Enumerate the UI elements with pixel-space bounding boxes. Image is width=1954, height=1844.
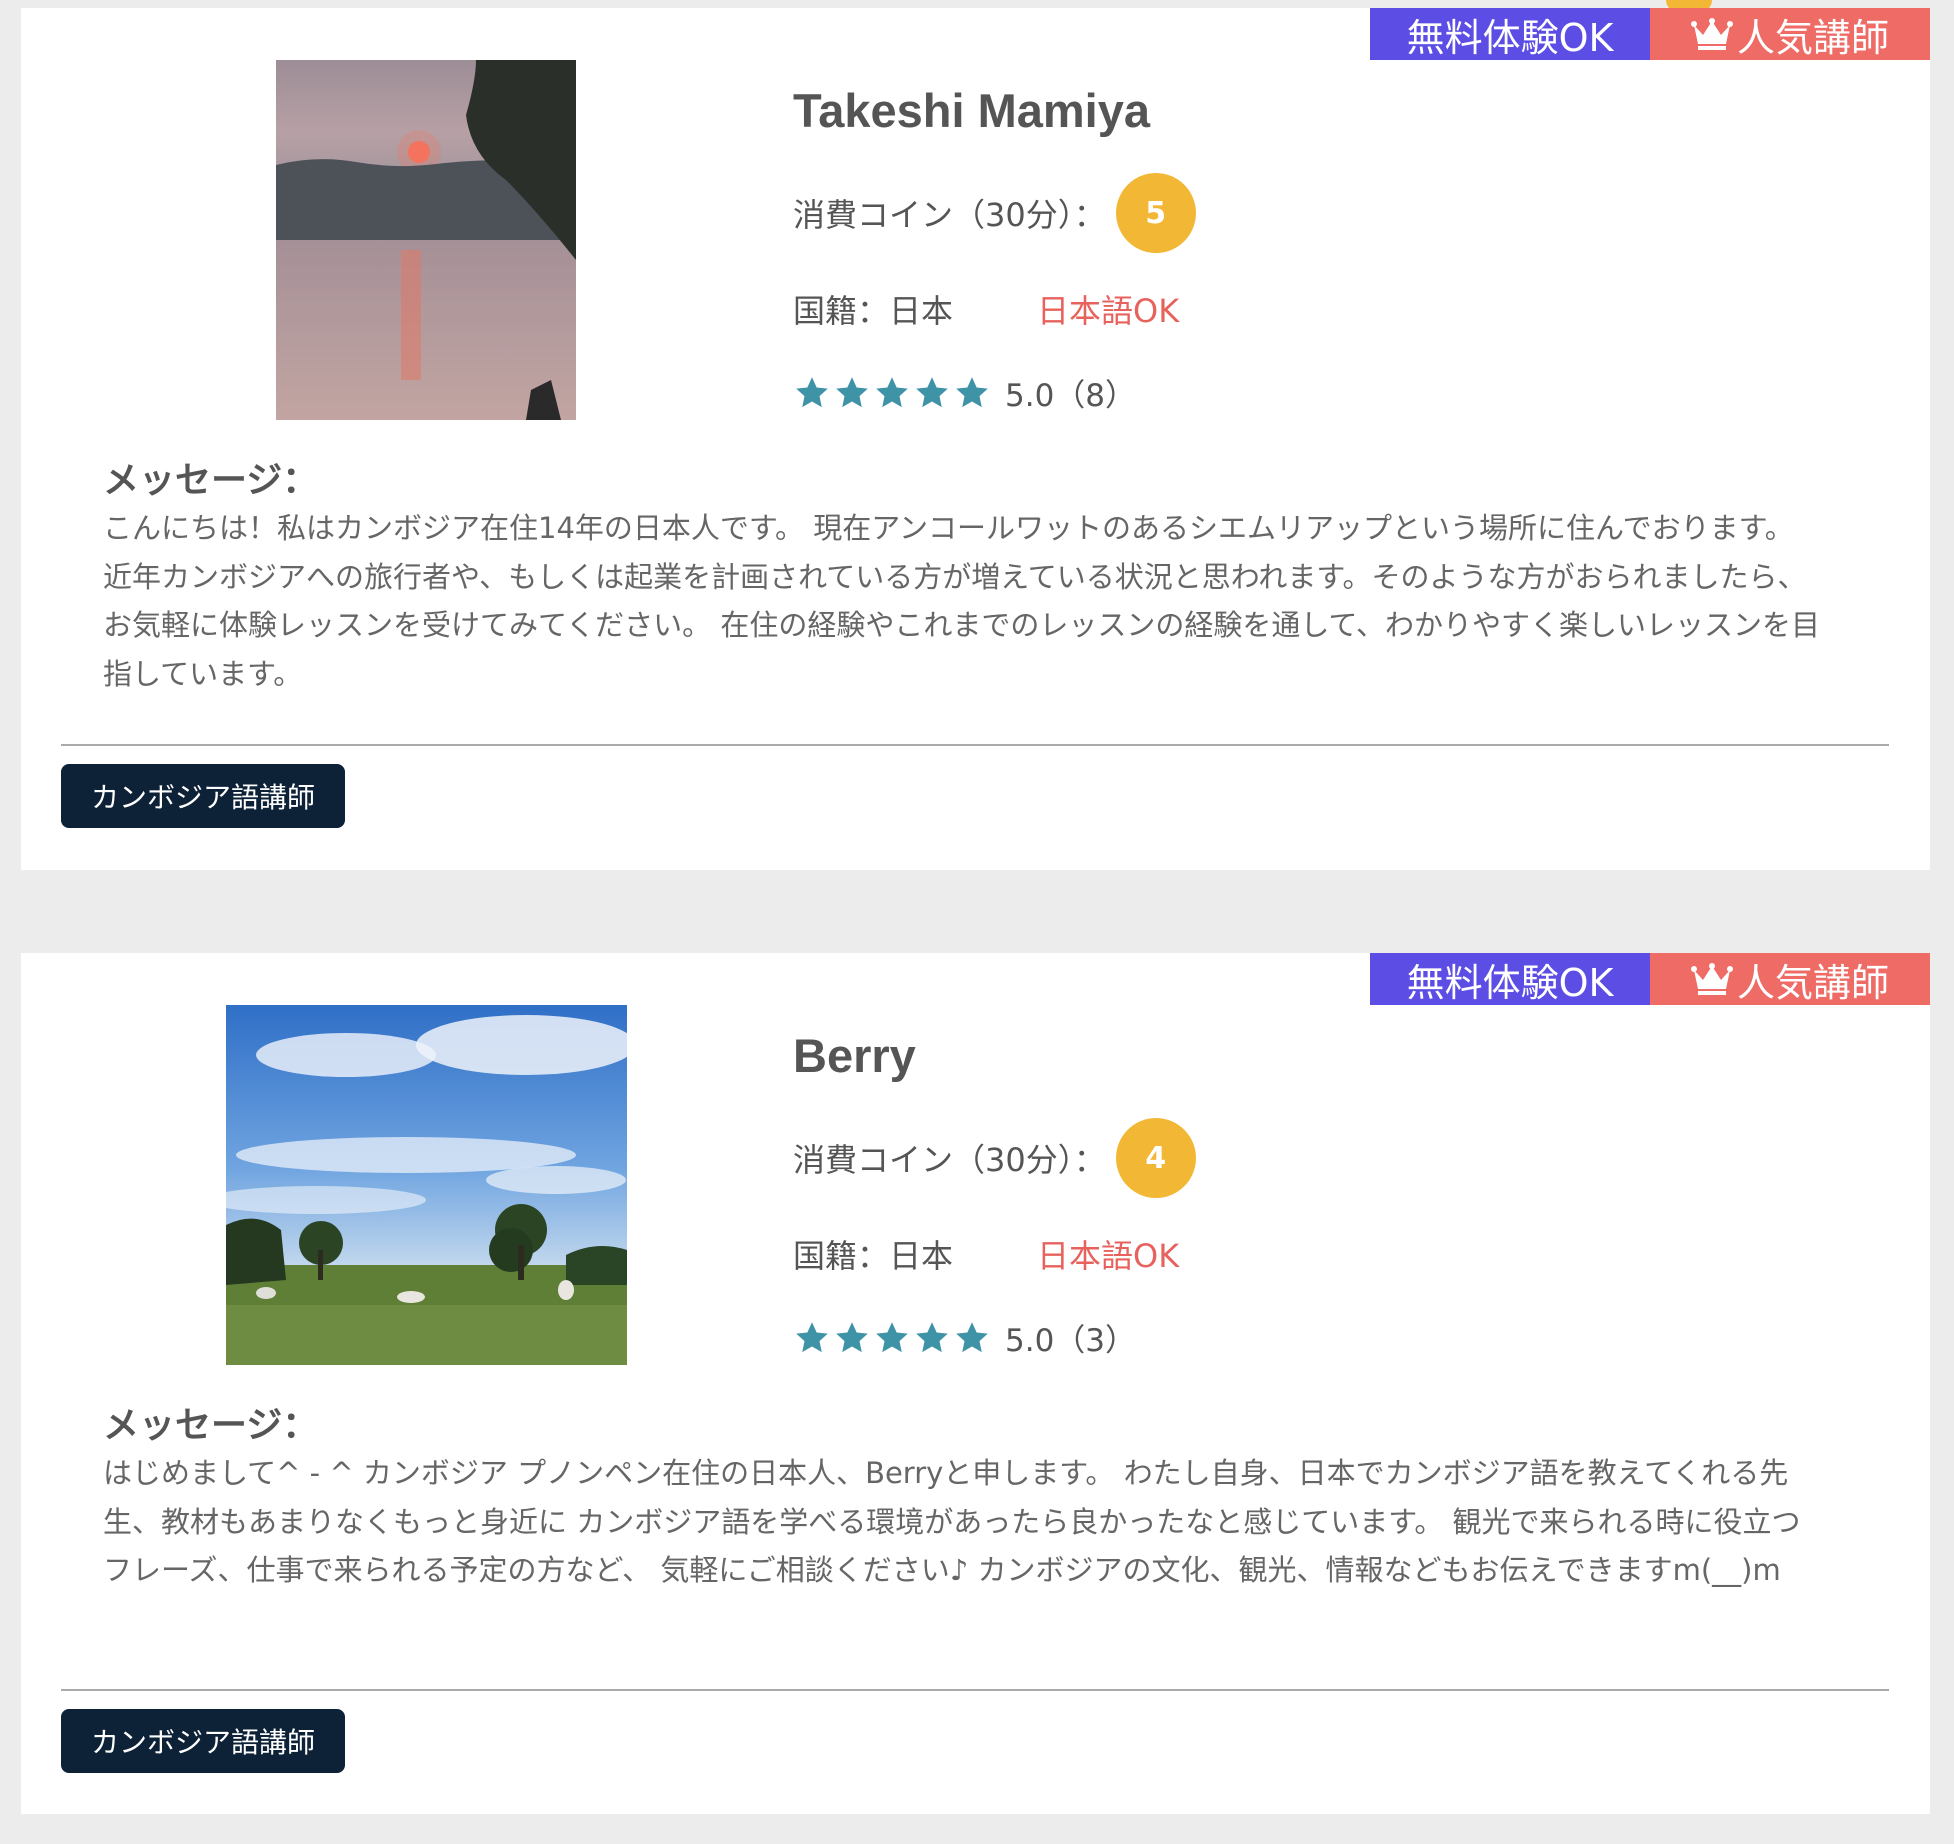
rating-text: 5.0（3）	[1005, 1323, 1137, 1359]
star-icon	[956, 376, 988, 407]
japanese-ok-label: 日本語OK	[1037, 1237, 1180, 1275]
crown-icon	[1690, 18, 1733, 50]
teacher-photo[interactable]	[276, 60, 576, 420]
teacher-name[interactable]: Berry	[793, 1028, 916, 1083]
star-icon	[876, 376, 908, 407]
teacher-photo[interactable]	[226, 1005, 627, 1365]
message-label: メッセージ：	[103, 1405, 319, 1446]
coin-cost: 消費コイン（30分）： 5	[793, 173, 1196, 253]
message-text: こんにちは！私はカンボジア在住14年の日本人です。 現在アンコールワットのあるシ…	[103, 511, 1821, 691]
coin-badge: 4	[1115, 1118, 1196, 1198]
divider	[61, 1689, 1889, 1691]
message-text: はじめまして^ - ^ カンボジア プノンペン在住の日本人、Berryと申します…	[103, 1456, 1801, 1587]
popular-teacher-badge: 人気講師	[1650, 8, 1930, 60]
rating-stars	[793, 1320, 993, 1356]
language-tag[interactable]: カンボジア語講師	[61, 764, 345, 828]
language-tag[interactable]: カンボジア語講師	[61, 1709, 345, 1773]
star-icon	[796, 376, 828, 407]
badge-group: 無料体験OK 人気講師	[1370, 8, 1930, 60]
free-trial-badge: 無料体験OK	[1370, 953, 1650, 1005]
free-trial-label: 無料体験OK	[1406, 15, 1614, 60]
popular-teacher-badge: 人気講師	[1650, 953, 1930, 1005]
rating-text: 5.0（8）	[1005, 378, 1137, 414]
star-icon	[916, 1321, 948, 1352]
popular-teacher-label: 人気講師	[1736, 15, 1889, 60]
coin-cost-label: 消費コイン（30分）：	[793, 196, 1106, 234]
nationality-row: 国籍：日本 日本語OK	[793, 286, 1179, 332]
teacher-card[interactable]: 無料体験OK 人気講師	[21, 0, 1930, 870]
japanese-ok-label: 日本語OK	[1037, 292, 1180, 330]
teacher-name[interactable]: Takeshi Mamiya	[793, 83, 1150, 138]
message-label: メッセージ：	[103, 460, 319, 501]
free-trial-badge: 無料体験OK	[1370, 8, 1650, 60]
star-icon	[796, 1321, 828, 1352]
rating-row: 5.0（8）	[793, 370, 1136, 415]
rating-row: 5.0（3）	[793, 1315, 1136, 1360]
badge-group: 無料体験OK 人気講師	[1370, 953, 1930, 1005]
crown-icon	[1690, 963, 1733, 995]
nationality-label: 国籍：日本	[793, 1237, 954, 1275]
coin-badge: 5	[1115, 173, 1196, 253]
star-icon	[956, 1321, 988, 1352]
star-icon	[836, 1321, 868, 1352]
nationality-label: 国籍：日本	[793, 292, 954, 330]
divider	[61, 744, 1889, 746]
coin-cost: 消費コイン（30分）： 4	[793, 1118, 1196, 1198]
star-icon	[916, 376, 948, 407]
popular-teacher-label: 人気講師	[1736, 960, 1889, 1005]
nationality-row: 国籍：日本 日本語OK	[793, 1231, 1179, 1277]
star-icon	[876, 1321, 908, 1352]
teacher-card[interactable]: 無料体験OK 人気講師	[21, 953, 1930, 1814]
star-icon	[836, 376, 868, 407]
free-trial-label: 無料体験OK	[1406, 960, 1614, 1005]
rating-stars	[793, 375, 993, 411]
coin-cost-label: 消費コイン（30分）：	[793, 1141, 1106, 1179]
